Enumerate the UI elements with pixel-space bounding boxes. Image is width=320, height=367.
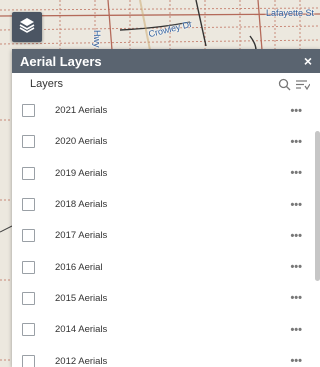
layer-label: 2021 Aerials [55, 105, 108, 117]
more-icon[interactable]: ••• [290, 105, 302, 117]
layer-label: 2014 Aerials [55, 324, 108, 336]
filter-icon[interactable] [295, 78, 310, 91]
more-icon[interactable]: ••• [290, 355, 302, 367]
layer-label: 2017 Aerials [55, 230, 108, 242]
map-street-label: Lafayette St [266, 8, 315, 18]
more-icon[interactable]: ••• [290, 136, 302, 148]
more-icon[interactable]: ••• [290, 167, 302, 179]
list-item[interactable]: 2014 Aerials ••• [12, 314, 320, 345]
layer-checkbox[interactable] [22, 166, 35, 180]
search-icon[interactable] [278, 78, 291, 91]
layer-checkbox[interactable] [22, 104, 35, 118]
scrollbar[interactable] [315, 131, 320, 281]
more-icon[interactable]: ••• [290, 230, 302, 242]
layer-checkbox[interactable] [22, 229, 35, 243]
layer-checkbox[interactable] [22, 198, 35, 212]
layers-toolbar: Layers [12, 73, 320, 95]
layer-label: 2020 Aerials [55, 136, 108, 148]
layer-checkbox[interactable] [22, 354, 35, 367]
map-street-label: Hwy [92, 30, 102, 48]
list-item[interactable]: 2021 Aerials ••• [12, 95, 320, 126]
list-item[interactable]: 2016 Aerial ••• [12, 251, 320, 282]
list-item[interactable]: 2018 Aerials ••• [12, 189, 320, 220]
close-icon[interactable]: × [304, 54, 312, 68]
layer-checkbox[interactable] [22, 291, 35, 305]
more-icon[interactable]: ••• [290, 292, 302, 304]
layers-toggle-button[interactable] [12, 12, 42, 42]
layer-checkbox[interactable] [22, 260, 35, 274]
list-item[interactable]: 2015 Aerials ••• [12, 283, 320, 314]
panel-title: Aerial Layers [20, 53, 102, 69]
list-item[interactable]: 2017 Aerials ••• [12, 220, 320, 251]
layer-label: 2018 Aerials [55, 199, 108, 211]
layer-label: 2016 Aerial [55, 261, 103, 273]
layer-checkbox[interactable] [22, 323, 35, 337]
panel-header: Aerial Layers × [12, 49, 320, 73]
more-icon[interactable]: ••• [290, 261, 302, 273]
more-icon[interactable]: ••• [290, 324, 302, 336]
list-item[interactable]: 2019 Aerials ••• [12, 158, 320, 189]
layer-checkbox[interactable] [22, 135, 35, 149]
layer-label: 2019 Aerials [55, 167, 108, 179]
layer-label: 2012 Aerials [55, 355, 108, 367]
aerial-layers-panel: Aerial Layers × Layers 2021 Aerials ••• [12, 49, 320, 367]
list-item[interactable]: 2012 Aerials ••• [12, 345, 320, 367]
list-item[interactable]: 2020 Aerials ••• [12, 126, 320, 157]
layer-list: 2021 Aerials ••• 2020 Aerials ••• 2019 A… [12, 95, 320, 367]
more-icon[interactable]: ••• [290, 199, 302, 211]
layers-icon [18, 16, 36, 39]
layer-label: 2015 Aerials [55, 292, 108, 304]
layers-label: Layers [30, 78, 64, 90]
